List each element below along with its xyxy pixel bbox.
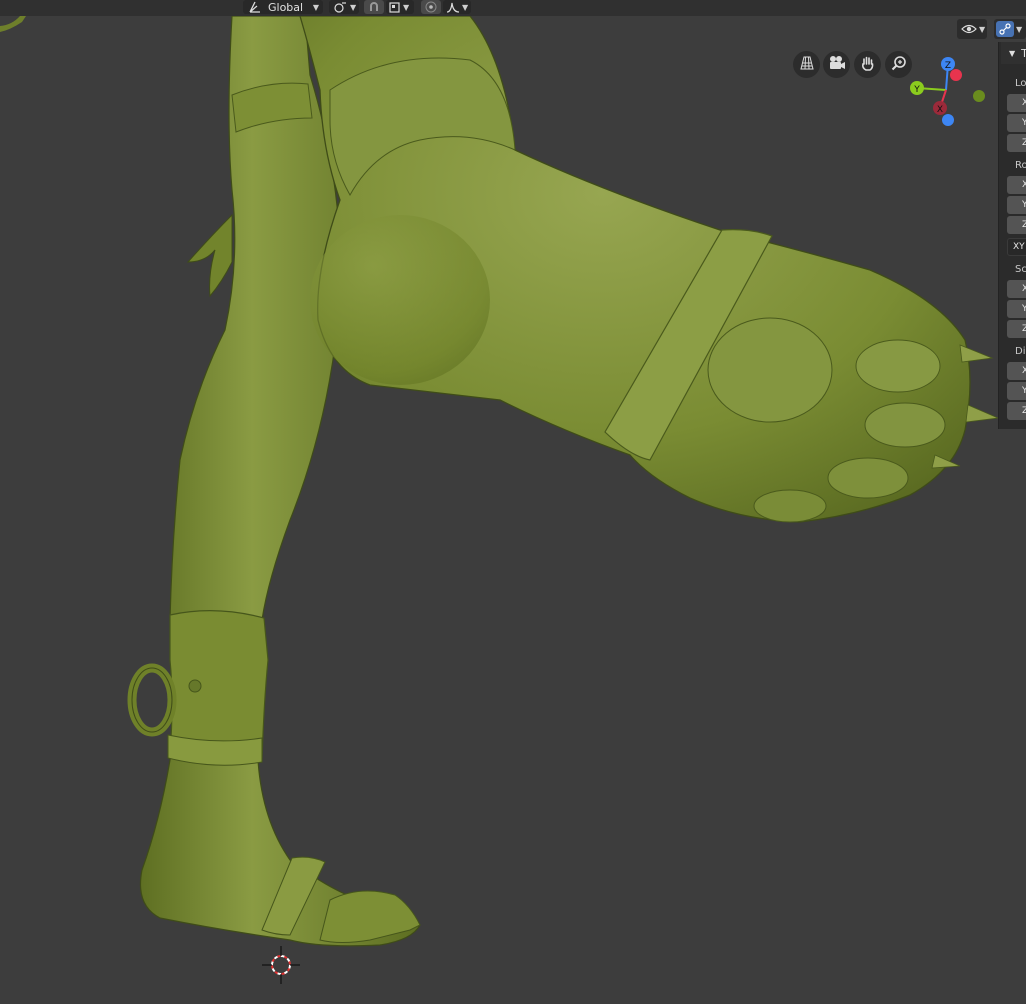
snap-target-dropdown[interactable]: ▼	[386, 0, 414, 14]
gizmo-z-label: Z	[945, 61, 951, 71]
transform-panel-header[interactable]: ▼ T	[1001, 42, 1026, 64]
transform-orientation-dropdown[interactable]: Global ▼	[243, 0, 323, 14]
toggle-ortho-button[interactable]	[793, 51, 820, 78]
rotation-mode-select[interactable]: XY	[1007, 238, 1026, 256]
orientation-icon	[248, 1, 262, 13]
location-y-field[interactable]: Y	[1007, 114, 1026, 132]
snap-toggle[interactable]	[364, 0, 384, 14]
location-z-field[interactable]: Z	[1007, 134, 1026, 152]
proportional-edit-toggle[interactable]	[421, 0, 441, 14]
transform-sidebar: ▼ T Lo X Y Z Ro X Y Z XY Sc X Y Z Di X Y…	[998, 42, 1026, 429]
viewport-header: Global ▼ ▼ ▼ ▼	[0, 0, 1026, 17]
claw	[965, 404, 1000, 423]
pivot-point-dropdown[interactable]: ▼	[329, 0, 359, 14]
camera-icon	[828, 55, 846, 75]
rotation-x-field[interactable]: X	[1007, 176, 1026, 194]
scale-label: Sc	[1015, 264, 1026, 275]
heel	[310, 215, 490, 385]
falloff-curve-icon	[446, 1, 460, 13]
chevron-down-icon: ▼	[462, 2, 469, 12]
hand-pan-icon	[860, 55, 876, 75]
rotation-y-field[interactable]: Y	[1007, 196, 1026, 214]
overlays-dropdown[interactable]: ▼	[994, 19, 1026, 39]
pivot-icon	[332, 1, 348, 13]
cuff-stud	[188, 679, 202, 693]
claw	[959, 344, 994, 363]
camera-view-button[interactable]	[823, 51, 850, 78]
proportional-edit-icon	[425, 1, 437, 13]
gizmo-x-label: X	[937, 105, 943, 115]
3d-cursor[interactable]	[262, 946, 300, 984]
paw-toe-pad	[753, 489, 827, 523]
chevron-down-icon: ▼	[350, 2, 357, 12]
falloff-dropdown[interactable]: ▼	[443, 0, 471, 14]
scale-y-field[interactable]: Y	[1007, 300, 1026, 318]
dimensions-x-field[interactable]: X	[1007, 362, 1026, 380]
location-x-field[interactable]: X	[1007, 94, 1026, 112]
grid-ortho-icon	[799, 55, 815, 75]
overlays-icon	[996, 21, 1014, 37]
rotation-z-field[interactable]: Z	[1007, 216, 1026, 234]
gizmo-x-negative[interactable]	[950, 69, 962, 81]
orientation-label: Global	[268, 0, 304, 14]
green-creature-legs-model	[0, 16, 1000, 984]
rotation-label: Ro	[1015, 160, 1026, 171]
paw-toe-pad	[855, 339, 941, 393]
chevron-down-icon: ▼	[403, 2, 410, 12]
dimensions-z-field[interactable]: Z	[1007, 402, 1026, 420]
paw-toe-pad	[864, 402, 946, 448]
small-claw	[186, 213, 233, 298]
chevron-down-icon: ▼	[979, 24, 986, 34]
scale-x-field[interactable]: X	[1007, 280, 1026, 298]
panel-title: T	[1021, 46, 1026, 60]
chevron-down-icon: ▼	[1016, 24, 1023, 34]
pan-view-button[interactable]	[854, 51, 881, 78]
scale-z-field[interactable]: Z	[1007, 320, 1026, 338]
navigation-gizmo[interactable]: Z Y X	[900, 52, 992, 132]
visibility-dropdown[interactable]: ▼	[957, 19, 987, 39]
location-label: Lo	[1015, 78, 1026, 89]
snap-increment-icon	[389, 1, 401, 13]
paw-toe-pad	[827, 457, 909, 499]
dimensions-y-field[interactable]: Y	[1007, 382, 1026, 400]
gizmo-y-negative[interactable]	[973, 90, 985, 102]
snap-magnet-icon	[368, 1, 380, 13]
tail-fragment	[0, 16, 26, 32]
chevron-down-icon: ▼	[312, 2, 319, 12]
disclosure-triangle-icon: ▼	[1009, 48, 1016, 58]
3d-viewport[interactable]	[0, 16, 1026, 1004]
paw-pad-main	[707, 317, 833, 423]
dimensions-label: Di	[1015, 346, 1026, 357]
gizmo-y-label: Y	[913, 85, 920, 95]
gizmo-z-negative[interactable]	[942, 114, 954, 126]
eye-visibility-icon	[961, 23, 977, 35]
